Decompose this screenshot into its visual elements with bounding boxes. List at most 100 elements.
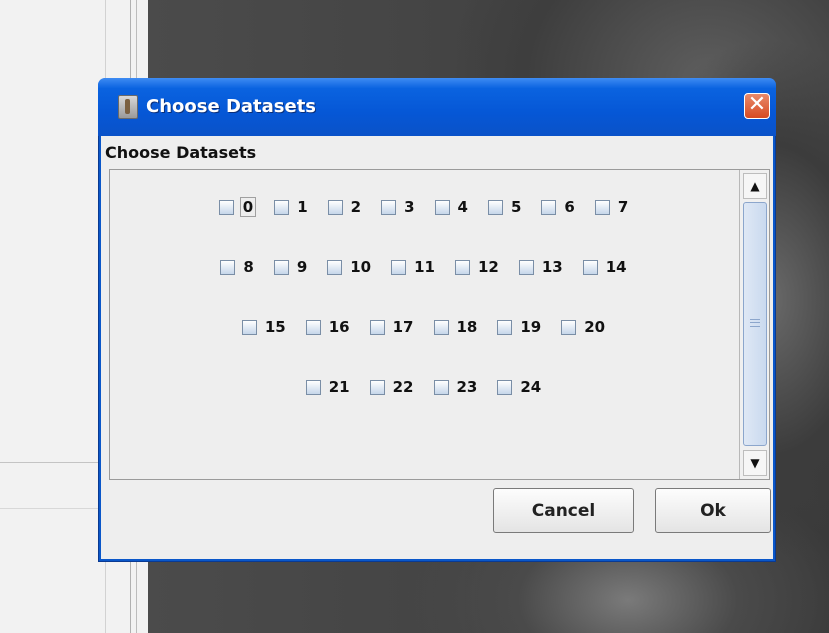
close-icon: ✕ (747, 92, 767, 117)
dataset-checkbox-24[interactable]: 24 (497, 374, 543, 400)
checkbox-box[interactable] (327, 259, 343, 275)
checkbox-label: 1 (297, 198, 308, 216)
cancel-button[interactable]: Cancel (493, 488, 634, 533)
checkbox-label: 19 (520, 318, 542, 336)
arrow-down-icon: ▼ (750, 456, 760, 470)
checkbox-row: 15 16 17 18 19 20 (110, 314, 739, 340)
checkbox-row: 21 22 23 24 (110, 374, 739, 400)
dataset-checkbox-14[interactable]: 14 (582, 254, 629, 280)
dataset-checkbox-23[interactable]: 23 (433, 374, 480, 400)
dataset-checkbox-11[interactable]: 11 (391, 254, 437, 280)
dataset-checkbox-21[interactable]: 21 (305, 374, 352, 400)
checkbox-label: 6 (564, 198, 575, 216)
dataset-checkbox-6[interactable]: 6 (541, 194, 576, 220)
scroll-down-button[interactable]: ▼ (743, 450, 767, 476)
dataset-checkbox-8[interactable]: 8 (220, 254, 255, 280)
checkbox-box[interactable] (218, 199, 234, 215)
checkbox-label: 13 (541, 258, 563, 276)
dataset-checkbox-12[interactable]: 12 (455, 254, 501, 280)
vertical-scrollbar[interactable]: ▲ ▼ (739, 170, 769, 479)
dataset-checkbox-16[interactable]: 16 (305, 314, 352, 340)
dataset-checkbox-9[interactable]: 9 (273, 254, 309, 280)
checkbox-row: 8 9 10 11 12 13 14 (110, 254, 739, 280)
checkbox-label: 12 (478, 258, 499, 276)
checkbox-label: 14 (605, 258, 627, 276)
dataset-checkbox-19[interactable]: 19 (497, 314, 543, 340)
title-bar[interactable]: Choose Datasets ✕ (98, 78, 776, 136)
checkbox-box[interactable] (561, 319, 577, 335)
dialog-body: Choose Datasets 0 1 2 3 4 5 6 7 8 9 10 11 12 13 14 15 16… (101, 136, 773, 559)
checkbox-box[interactable] (433, 379, 449, 395)
dataset-checkbox-18[interactable]: 18 (433, 314, 480, 340)
app-icon (118, 95, 138, 119)
dataset-checkbox-5[interactable]: 5 (487, 194, 523, 220)
checkbox-label: 17 (392, 318, 414, 336)
checkbox-label: 22 (392, 378, 414, 396)
checkbox-box[interactable] (369, 379, 385, 395)
checkbox-box[interactable] (497, 319, 513, 335)
dialog-header-label: Choose Datasets (105, 143, 257, 162)
checkbox-box[interactable] (434, 199, 450, 215)
checkbox-label: 10 (350, 258, 372, 276)
checkbox-box[interactable] (497, 379, 513, 395)
checkbox-label: 3 (404, 198, 415, 216)
checkbox-label: 18 (456, 318, 478, 336)
dataset-checkbox-0[interactable]: 0 (218, 194, 257, 220)
checkbox-box[interactable] (241, 319, 257, 335)
checkbox-label: 24 (520, 378, 542, 396)
checkbox-label: 15 (264, 318, 286, 336)
dataset-checkbox-4[interactable]: 4 (434, 194, 470, 220)
checkbox-box[interactable] (220, 259, 236, 275)
checkbox-label: 16 (328, 318, 350, 336)
checkbox-box[interactable] (582, 259, 598, 275)
checkbox-row: 0 1 2 3 4 5 6 7 (110, 194, 739, 220)
dataset-checkbox-22[interactable]: 22 (369, 374, 416, 400)
checkbox-box[interactable] (381, 199, 397, 215)
checkbox-label: 11 (414, 258, 435, 276)
checkbox-box[interactable] (433, 319, 449, 335)
checkbox-label: 20 (584, 318, 606, 336)
checkbox-box[interactable] (327, 199, 343, 215)
dataset-checkbox-2[interactable]: 2 (327, 194, 363, 220)
dataset-checkbox-7[interactable]: 7 (594, 194, 630, 220)
checkbox-box[interactable] (391, 259, 407, 275)
close-button[interactable]: ✕ (744, 93, 770, 119)
checkbox-label: 7 (617, 198, 629, 216)
checkbox-box[interactable] (274, 199, 290, 215)
grip-icon (750, 319, 760, 327)
checkbox-box[interactable] (518, 259, 534, 275)
checkbox-box[interactable] (541, 199, 557, 215)
arrow-up-icon: ▲ (750, 179, 760, 193)
dataset-checkbox-15[interactable]: 15 (241, 314, 288, 340)
checkbox-box[interactable] (369, 319, 385, 335)
ok-button[interactable]: Ok (655, 488, 771, 533)
dataset-checkbox-1[interactable]: 1 (274, 194, 309, 220)
background-divider (0, 462, 105, 463)
checkbox-box[interactable] (594, 199, 610, 215)
background-divider (0, 508, 105, 509)
checkbox-box[interactable] (273, 259, 289, 275)
dataset-checkbox-13[interactable]: 13 (518, 254, 565, 280)
checkbox-label: 9 (296, 258, 308, 276)
checkbox-label: 8 (243, 258, 254, 276)
background-divider (10, 0, 106, 633)
checkbox-label: 0 (239, 197, 257, 217)
scroll-thumb[interactable] (743, 202, 767, 446)
scroll-up-button[interactable]: ▲ (743, 173, 767, 199)
dataset-checkbox-20[interactable]: 20 (561, 314, 607, 340)
checkbox-label: 21 (328, 378, 350, 396)
choose-datasets-dialog: Choose Datasets ✕ Choose Datasets 012345… (98, 78, 776, 562)
checkbox-box[interactable] (305, 319, 321, 335)
checkbox-box[interactable] (487, 199, 503, 215)
dataset-checkbox-3[interactable]: 3 (381, 194, 416, 220)
checkbox-box[interactable] (305, 379, 321, 395)
dataset-checkbox-17[interactable]: 17 (369, 314, 416, 340)
checkbox-label: 5 (510, 198, 522, 216)
datasets-checkbox-grid: 0 1 2 3 4 5 6 7 8 9 10 11 12 13 14 15 16 17 18 19 20 21 22 23 24 (110, 170, 739, 479)
dataset-checkbox-10[interactable]: 10 (327, 254, 373, 280)
checkbox-label: 2 (350, 198, 362, 216)
dialog-title: Choose Datasets (146, 96, 317, 117)
checkbox-label: 23 (456, 378, 478, 396)
datasets-scroll-panel: 0 1 2 3 4 5 6 7 8 9 10 11 12 13 14 15 16 17 18 19 20 21 22 23 24… (109, 169, 770, 480)
checkbox-box[interactable] (455, 259, 470, 275)
